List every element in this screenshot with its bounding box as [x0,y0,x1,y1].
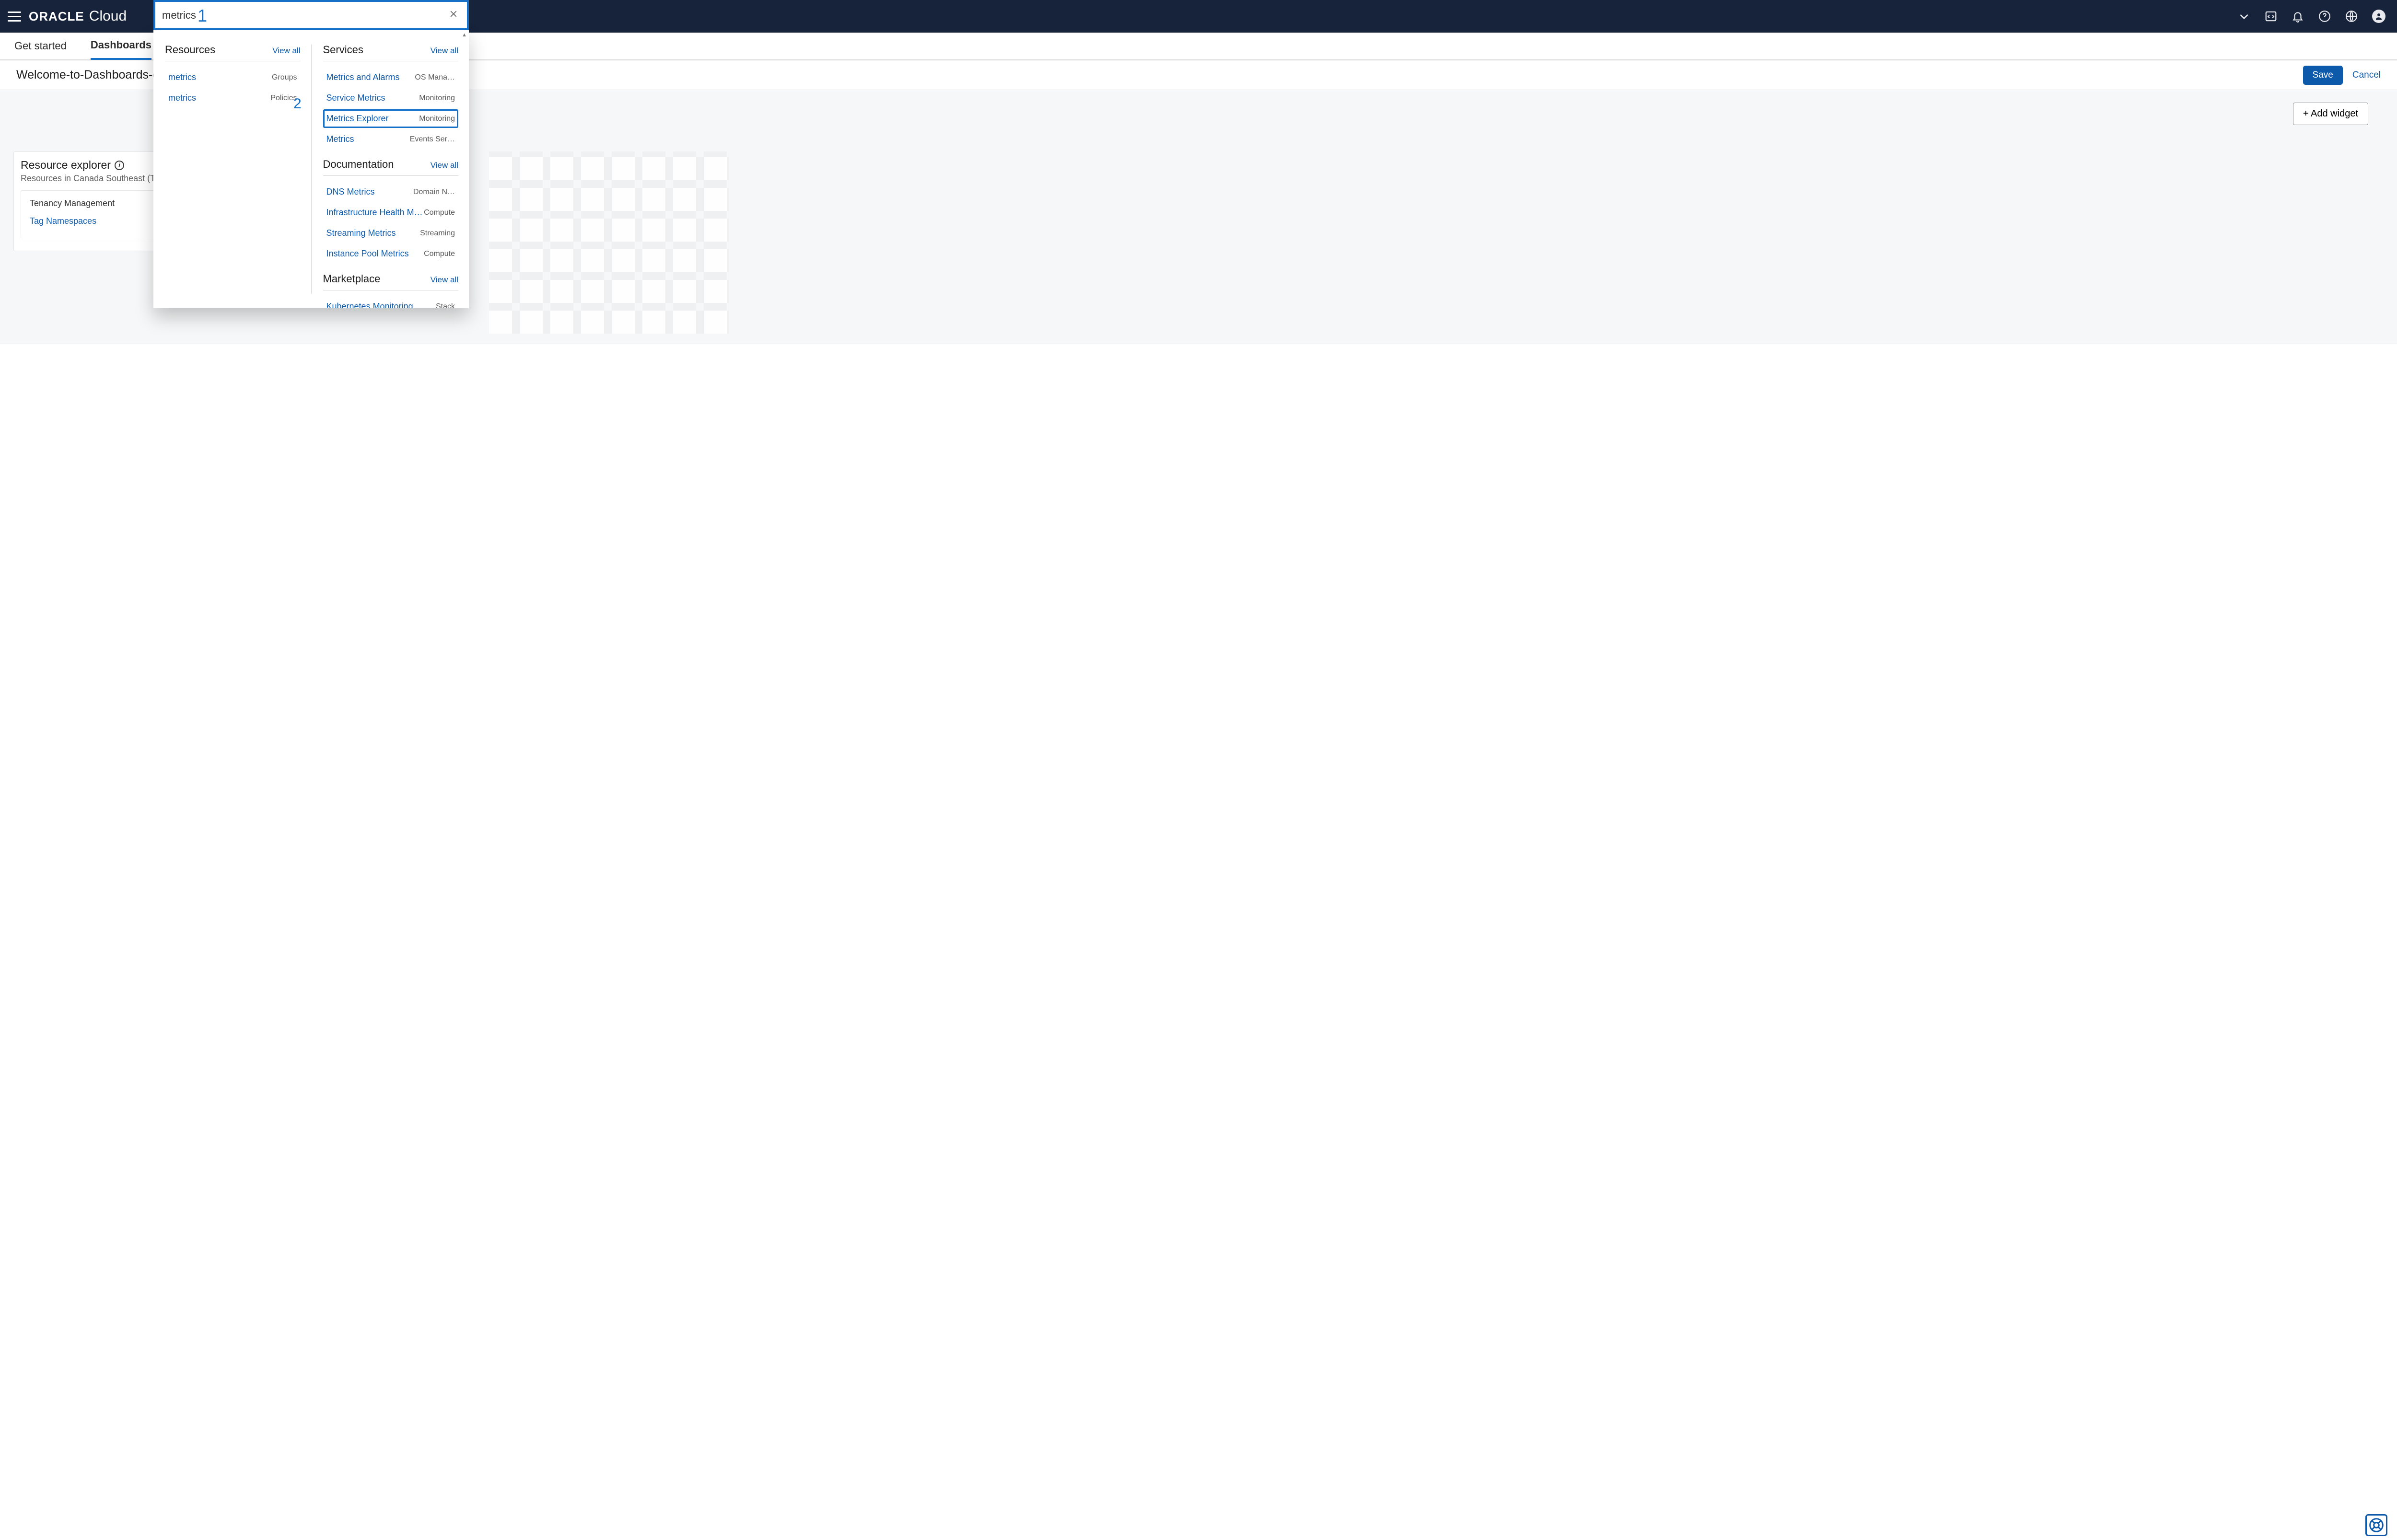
brand-cloud: Cloud [89,8,127,24]
result-name: metrics [168,93,196,103]
tab-get-started[interactable]: Get started [14,33,67,59]
search-result-item[interactable]: Instance Pool Metrics Compute [323,244,459,263]
chevron-down-icon[interactable] [2238,10,2250,23]
search-result-item[interactable]: Metrics Events Ser… [323,130,459,149]
widget-title: Resource explorer [21,159,111,172]
menu-icon[interactable] [7,8,24,25]
section-title: Resources [165,44,215,56]
search-result-item[interactable]: DNS Metrics Domain N… [323,183,459,201]
results-section-services: Services View all Metrics and Alarms OS M… [323,44,459,149]
result-name: Streaming Metrics [326,228,396,238]
result-type: Streaming [420,229,455,238]
section-title: Marketplace [323,273,381,285]
results-section-documentation: Documentation View all DNS Metrics Domain… [323,158,459,263]
dev-tools-icon[interactable] [2265,10,2277,23]
save-button[interactable]: Save [2303,66,2343,85]
info-icon[interactable]: i [115,161,124,170]
avatar[interactable] [2372,10,2385,23]
global-header: ORACLE Cloud [0,0,2397,33]
result-type: Stack [436,302,455,309]
results-column-left: Resources View all metrics Groups metrics P… [153,30,311,308]
search-result-item[interactable]: Service Metrics Monitoring [323,89,459,107]
result-name: Metrics and Alarms [326,72,400,82]
result-type: Compute [424,208,455,217]
result-name: Kubernetes Monitoring… [326,301,422,308]
globe-icon[interactable] [2345,10,2358,23]
result-name: DNS Metrics [326,187,375,197]
results-section-resources: Resources View all metrics Groups metrics P… [165,44,301,107]
global-search [153,0,469,30]
view-all-link[interactable]: View all [431,46,458,56]
search-results-panel: ▲ Resources View all metricsGroupsmetric… [153,30,469,308]
search-result-item[interactable]: Streaming Metrics Streaming [323,224,459,243]
search-result-item[interactable]: Infrastructure Health M…Compute [323,203,459,222]
result-type: Groups [272,73,297,82]
search-result-item[interactable]: metrics Policies [165,89,301,107]
result-name: Infrastructure Health M… [326,208,423,218]
result-name: Metrics [326,134,354,144]
search-result-item[interactable]: metrics Groups [165,68,301,87]
add-widget-button[interactable]: + Add widget [2293,103,2368,125]
result-name: Instance Pool Metrics [326,249,409,259]
search-result-item[interactable]: Metrics Explorer Monitoring [323,109,459,128]
tab-dashboards[interactable]: Dashboards [91,32,151,60]
header-actions [2238,10,2390,23]
section-title: Documentation [323,158,394,171]
result-type: Policies [270,94,297,103]
result-type: Monitoring [419,115,455,123]
results-column-right: Services View all Metrics and Alarms OS M… [312,30,469,308]
search-result-item[interactable]: Kubernetes Monitoring… Stack [323,297,459,308]
help-icon[interactable] [2318,10,2331,23]
view-all-link[interactable]: View all [431,275,458,285]
empty-widget-grid[interactable] [489,151,729,334]
view-all-link[interactable]: View all [431,161,458,170]
section-title: Services [323,44,363,56]
scroll-up-icon[interactable]: ▲ [462,32,467,38]
close-icon[interactable] [449,9,458,22]
result-name: Metrics Explorer [326,114,389,124]
result-type: Compute [424,250,455,258]
brand-logo[interactable]: ORACLE Cloud [29,8,127,24]
life-ring-icon[interactable] [2365,1514,2387,1536]
page-title: Welcome-to-Dashboards-d… [16,68,171,82]
result-type: OS Mana… [415,73,455,82]
search-input[interactable] [162,9,449,22]
result-type: Monitoring [419,94,455,103]
result-type: Events Ser… [410,135,455,144]
result-type: Domain N… [413,188,455,197]
view-all-link[interactable]: View all [272,46,300,56]
brand-oracle: ORACLE [29,9,84,24]
cancel-button[interactable]: Cancel [2352,70,2381,81]
search-result-item[interactable]: Metrics and Alarms OS Mana… [323,68,459,87]
results-section-marketplace: Marketplace View all Kubernetes Monitori… [323,273,459,308]
result-name: Service Metrics [326,93,385,103]
result-name: metrics [168,72,196,82]
bell-icon[interactable] [2292,10,2304,23]
